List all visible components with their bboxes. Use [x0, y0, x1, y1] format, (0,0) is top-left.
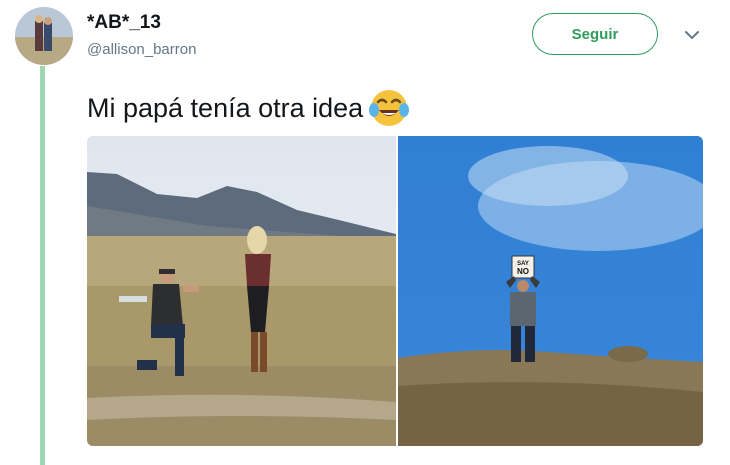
avatar[interactable] — [15, 7, 73, 65]
chevron-down-icon[interactable] — [683, 28, 701, 42]
sign-text-no: NO — [517, 267, 529, 276]
tweet-text: Mi papá tenía otra idea — [87, 86, 411, 130]
thread-line — [40, 66, 45, 465]
sign-photo[interactable]: SAY NO — [398, 136, 703, 446]
proposal-photo[interactable] — [87, 136, 396, 446]
user-handle[interactable]: @allison_barron — [87, 41, 196, 58]
display-name[interactable]: *AB*_13 — [87, 12, 161, 34]
follow-button[interactable]: Seguir — [532, 13, 658, 55]
tweet-media[interactable]: SAY NO — [87, 136, 703, 446]
face-with-tears-of-joy-emoji — [367, 86, 411, 130]
tweet-text-content: Mi papá tenía otra idea — [87, 92, 364, 123]
